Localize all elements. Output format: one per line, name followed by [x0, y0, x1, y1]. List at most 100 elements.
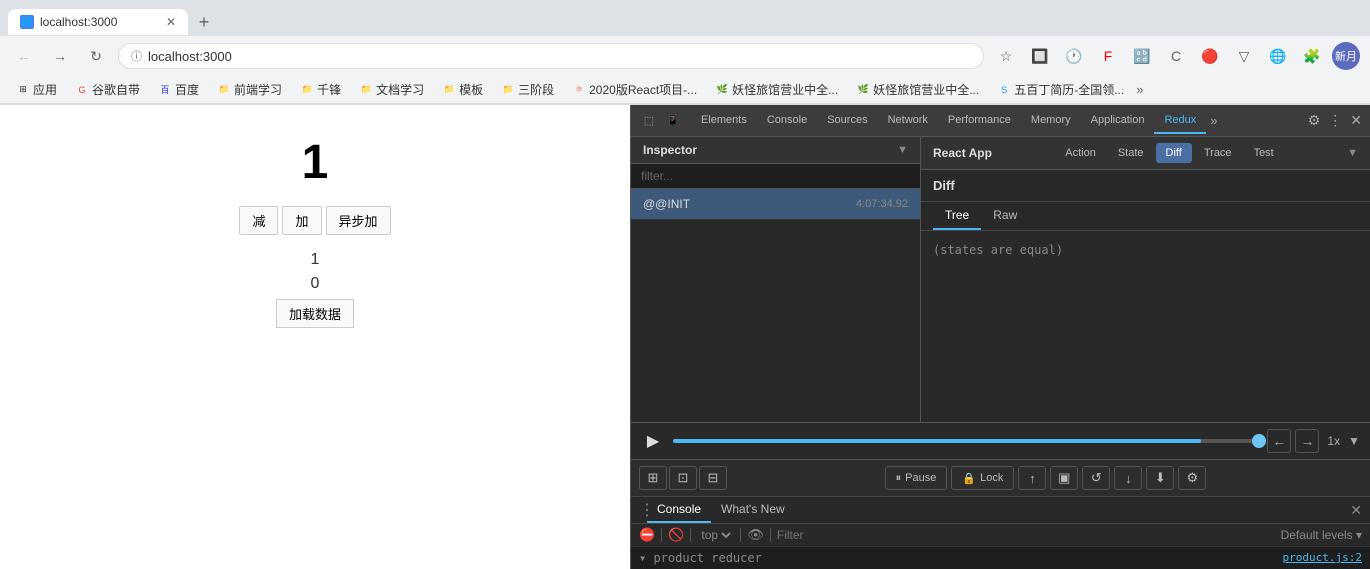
bookmark-template-label: 模板 — [459, 81, 483, 98]
vueschool-icon[interactable]: ▽ — [1230, 42, 1258, 70]
playback-speed-label: 1x — [1327, 434, 1340, 448]
bookmark-baidu[interactable]: 百 百度 — [152, 79, 205, 100]
bookmark-frontend[interactable]: 📁 前端学习 — [211, 79, 288, 100]
pause-button[interactable]: ⏸ Pause — [885, 466, 948, 490]
console-tab-console[interactable]: Console — [647, 497, 711, 523]
console-file-link[interactable]: product.js:2 — [1283, 551, 1362, 565]
more-options-icon[interactable]: ⋮ — [1328, 112, 1342, 129]
action-btn-grid1[interactable]: ⊞ — [639, 466, 667, 490]
more-tabs-icon[interactable]: » — [1210, 113, 1217, 128]
reload-button[interactable]: ↻ — [82, 42, 110, 70]
tab-memory[interactable]: Memory — [1021, 108, 1081, 134]
counter-buttons: 减 加 异步加 — [239, 206, 390, 235]
settings-icon[interactable]: ⚙ — [1308, 112, 1321, 129]
console-toolbar: ⛔ 🚫 top 👁 Default levels ▾ — [631, 524, 1370, 547]
decrement-button[interactable]: 减 — [239, 206, 278, 235]
tab-trace[interactable]: Trace — [1194, 143, 1242, 163]
baidu-icon: 百 — [158, 83, 172, 97]
async-increment-button[interactable]: 异步加 — [326, 206, 391, 235]
forward-button[interactable]: → — [46, 42, 74, 70]
devtools-panel: ⬚ 📱 Elements Console Sources Network Per… — [630, 105, 1370, 569]
bookmark-yokai1[interactable]: 🌿 妖怪旅馆营业中全... — [709, 79, 844, 100]
tab-sources[interactable]: Sources — [817, 108, 877, 134]
bookmark-docs[interactable]: 📁 文档学习 — [353, 79, 430, 100]
upload-button[interactable]: ↑ — [1018, 466, 1046, 490]
bookmark-template[interactable]: 📁 模板 — [436, 79, 489, 100]
console-filter-input[interactable] — [777, 528, 1275, 542]
bookmark-google[interactable]: G 谷歌自带 — [69, 79, 146, 100]
inspector-dropdown-icon[interactable]: ▼ — [897, 144, 908, 156]
playback-speed-dropdown[interactable]: ▼ — [1348, 434, 1360, 448]
bookmark-stage3[interactable]: 📁 三阶段 — [495, 79, 560, 100]
export-button[interactable]: ⬇ — [1146, 466, 1174, 490]
refresh-button[interactable]: ↺ — [1082, 466, 1110, 490]
bookmarks-more[interactable]: » — [1136, 82, 1143, 97]
bookmark-yokai2[interactable]: 🌿 妖怪旅馆营业中全... — [850, 79, 985, 100]
feedly-icon[interactable]: F — [1094, 42, 1122, 70]
timeline-prev-button[interactable]: ← — [1267, 429, 1291, 453]
address-bar[interactable]: ⓘ localhost:3000 — [118, 43, 984, 69]
console-circle-icon[interactable]: 🚫 — [668, 527, 684, 543]
tab-raw[interactable]: Raw — [981, 202, 1029, 230]
config-button[interactable]: ⚙ — [1178, 466, 1206, 490]
tab-elements[interactable]: Elements — [691, 108, 757, 134]
ext2-icon[interactable]: 🔡 — [1128, 42, 1156, 70]
play-button[interactable]: ▶ — [641, 429, 665, 453]
bookmark-apps[interactable]: ⊞ 应用 — [10, 79, 63, 100]
monitor-button[interactable]: ▣ — [1050, 466, 1078, 490]
bookmark-qianfeng[interactable]: 📁 千锋 — [294, 79, 347, 100]
console-close-button[interactable]: ✕ — [1350, 502, 1362, 519]
tab-action[interactable]: Action — [1055, 143, 1106, 163]
ext4-icon[interactable]: 🔴 — [1196, 42, 1224, 70]
console-tab-whatsnew[interactable]: What's New — [711, 497, 795, 523]
tab-diff[interactable]: Diff — [1156, 143, 1192, 163]
load-data-button[interactable]: 加载数据 — [276, 299, 354, 328]
bookmark-stage3-label: 三阶段 — [518, 81, 554, 98]
redux-right-panel: React App Action State Diff Trace Test ▼… — [921, 137, 1370, 422]
tab-application[interactable]: Application — [1081, 108, 1155, 134]
timeline-next-button[interactable]: → — [1295, 429, 1319, 453]
back-button[interactable]: ← — [10, 42, 38, 70]
console-context-select[interactable]: top — [697, 527, 734, 543]
bookmark-resume[interactable]: S 五百丁简历-全国领... — [991, 79, 1130, 100]
tab-state[interactable]: State — [1108, 143, 1154, 163]
extensions-icon[interactable]: 🧩 — [1298, 42, 1326, 70]
action-item-init[interactable]: @@INIT 4:07:34.92 — [631, 189, 920, 220]
active-tab[interactable]: 🌐 localhost:3000 ✕ — [8, 9, 188, 35]
new-tab-button[interactable]: + — [190, 8, 218, 36]
filter-input[interactable] — [631, 164, 920, 189]
console-block-icon[interactable]: ⛔ — [639, 527, 655, 543]
tab-tree[interactable]: Tree — [933, 202, 981, 230]
ext3-icon[interactable]: C — [1162, 42, 1190, 70]
sub-counter-2: 0 — [311, 275, 320, 293]
console-drag-handle[interactable]: ⋮ — [639, 500, 647, 520]
profile-icon[interactable]: 新月 — [1332, 42, 1360, 70]
tab-redux[interactable]: Redux — [1154, 108, 1206, 134]
console-eye-icon[interactable]: 👁 — [747, 527, 764, 543]
close-devtools-icon[interactable]: ✕ — [1350, 112, 1362, 129]
action-time: 4:07:34.92 — [856, 198, 908, 210]
mobile-icon[interactable]: 📱 — [663, 111, 683, 131]
translate-icon[interactable]: 🌐 — [1264, 42, 1292, 70]
tab-test[interactable]: Test — [1244, 143, 1284, 163]
bookmark-react[interactable]: ⚛ 2020版React项目-... — [566, 79, 703, 100]
timeline[interactable] — [673, 439, 1259, 443]
download-button[interactable]: ↓ — [1114, 466, 1142, 490]
action-btn-grid2[interactable]: ⊡ — [669, 466, 697, 490]
extension-icon[interactable]: 🔲 — [1026, 42, 1054, 70]
inspect-icon[interactable]: ⬚ — [639, 111, 659, 131]
lock-button[interactable]: 🔒 Lock — [951, 466, 1014, 490]
console-levels-dropdown[interactable]: Default levels ▾ — [1281, 528, 1362, 542]
tab-console[interactable]: Console — [757, 108, 817, 134]
diff-tabs: Action State Diff Trace Test — [1055, 143, 1283, 163]
tab-performance[interactable]: Performance — [938, 108, 1021, 134]
bookmark-star-icon[interactable]: ☆ — [992, 42, 1020, 70]
inspector-header: Inspector ▼ — [631, 137, 920, 164]
increment-button[interactable]: 加 — [282, 206, 321, 235]
right-panel-dropdown-icon[interactable]: ▼ — [1347, 147, 1358, 159]
tab-close[interactable]: ✕ — [166, 15, 176, 29]
console-tabs-bar: ⋮ Console What's New ✕ — [631, 497, 1370, 524]
action-btn-grid3[interactable]: ⊟ — [699, 466, 727, 490]
tab-network[interactable]: Network — [878, 108, 938, 134]
history-icon[interactable]: 🕐 — [1060, 42, 1088, 70]
